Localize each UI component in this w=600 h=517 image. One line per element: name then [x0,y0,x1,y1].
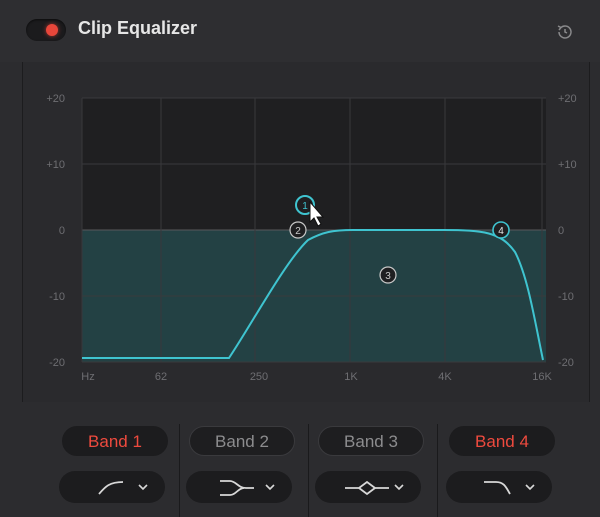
chevron-down-icon [138,484,148,491]
eq-node-4[interactable]: 4 [492,221,510,239]
band-4-controls: Band 4 [446,424,571,514]
toggle-knob [46,24,58,36]
x-axis: Hz 62 250 1K 4K 16K [81,371,552,383]
y-tick-left: -20 [49,357,65,369]
node-label: 3 [385,271,391,282]
x-tick: Hz [81,371,94,383]
y-tick-left: -10 [49,291,65,303]
y-tick-right: +10 [558,159,577,171]
x-tick: 250 [250,371,268,383]
node-label: 2 [295,226,301,237]
low-shelf-icon [220,480,254,496]
band-1-controls: Band 1 [59,424,184,514]
panel-header: Clip Equalizer [0,0,600,62]
band-2-controls: Band 2 [186,424,311,514]
chevron-down-icon [525,484,535,491]
band-2-button[interactable]: Band 2 [189,426,295,456]
y-tick-right: -10 [558,291,574,303]
band-4-button[interactable]: Band 4 [449,426,555,456]
y-tick-left: +20 [46,93,65,105]
y-axis-right: +20 +10 0 -10 -20 [558,93,577,369]
clip-equalizer-panel: Clip Equalizer +20 +10 0 -10 -20 +20 +10… [0,0,600,517]
reset-icon[interactable] [554,21,576,43]
eq-node-3[interactable]: 3 [379,266,397,284]
band-2-filter-type-dropdown[interactable] [186,471,292,503]
band-3-controls: Band 3 [315,424,440,514]
x-tick: 4K [438,371,452,383]
node-label: 4 [498,226,504,237]
y-tick-left: 0 [59,225,65,237]
band-3-filter-type-dropdown[interactable] [315,471,421,503]
band-1-filter-type-dropdown[interactable] [59,471,165,503]
band-4-filter-type-dropdown[interactable] [446,471,552,503]
y-tick-right: -20 [558,357,574,369]
bell-icon [345,480,389,496]
eq-graph[interactable]: +20 +10 0 -10 -20 +20 +10 0 -10 -20 Hz 6… [22,62,590,402]
x-tick: 1K [344,371,358,383]
y-tick-right: +20 [558,93,577,105]
y-tick-left: +10 [46,159,65,171]
eq-enable-toggle[interactable] [26,19,66,41]
node-label: 1 [302,201,308,212]
x-tick: 16K [532,371,552,383]
high-pass-icon [98,481,124,495]
chevron-down-icon [394,484,404,491]
eq-graph-svg: +20 +10 0 -10 -20 +20 +10 0 -10 -20 Hz 6… [46,93,577,383]
chevron-down-icon [265,484,275,491]
eq-node-2[interactable]: 2 [289,221,307,239]
panel-title: Clip Equalizer [78,18,198,38]
y-tick-right: 0 [558,225,564,237]
y-axis-left: +20 +10 0 -10 -20 [46,93,65,369]
band-1-button[interactable]: Band 1 [62,426,168,456]
x-tick: 62 [155,371,167,383]
low-pass-icon [484,481,511,495]
band-3-button[interactable]: Band 3 [318,426,424,456]
